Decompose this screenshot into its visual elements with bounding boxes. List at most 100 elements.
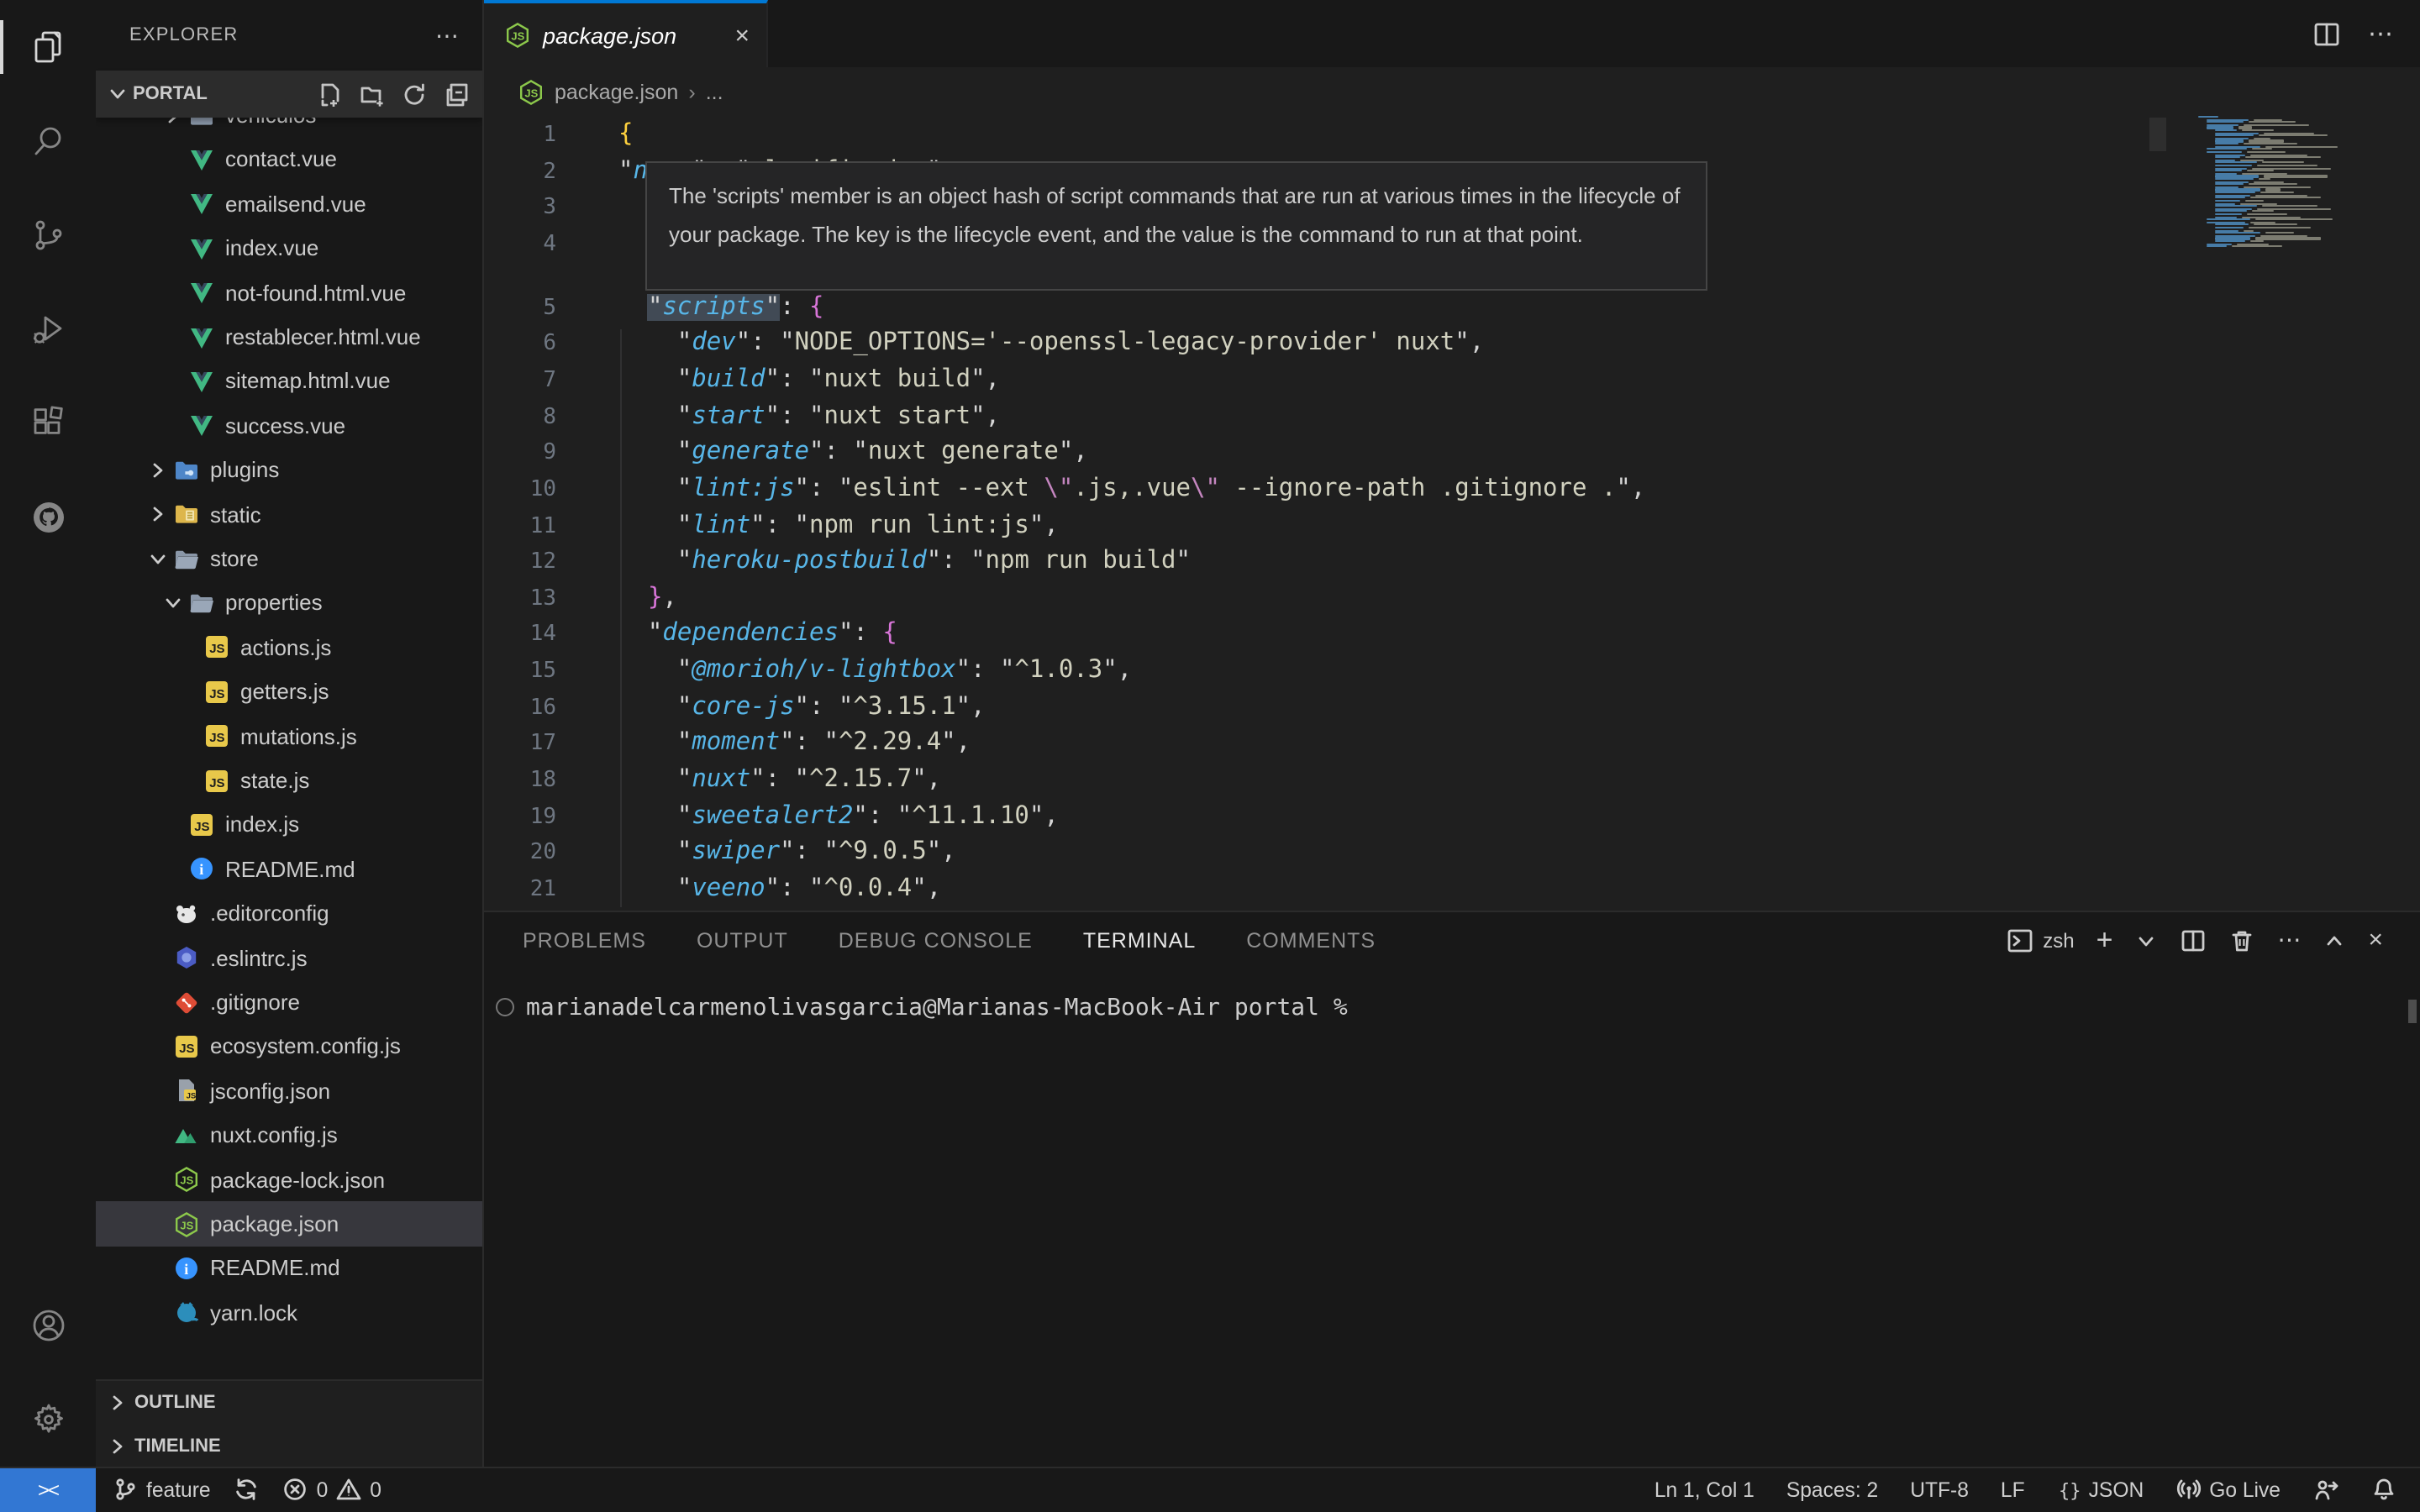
tree-item-index-js[interactable]: JSindex.js <box>96 803 482 848</box>
close-icon[interactable]: × <box>734 23 750 48</box>
trash-icon[interactable] <box>2228 927 2255 953</box>
ellipsis-icon[interactable]: ⋯ <box>435 21 459 50</box>
section-label: TIMELINE <box>134 1436 221 1457</box>
refresh-icon[interactable] <box>402 81 427 107</box>
tree-item-index-vue[interactable]: index.vue <box>96 226 482 270</box>
line-number: 4 <box>482 227 556 263</box>
tree-item-readme-md[interactable]: iREADME.md <box>96 847 482 891</box>
panel-tab-terminal[interactable]: TERMINAL <box>1083 928 1196 952</box>
line-number: 3 <box>482 191 556 227</box>
tree-item-restablecer-html-vue[interactable]: restablecer.html.vue <box>96 315 482 360</box>
tree-item-yarn-lock[interactable]: yarn.lock <box>96 1290 482 1335</box>
code-line-9: "generate": "nuxt generate", <box>618 435 1088 471</box>
tree-item-mutations-js[interactable]: JSmutations.js <box>96 714 482 759</box>
folder-open-icon <box>173 545 202 572</box>
add-terminal-icon[interactable]: + <box>2096 923 2113 957</box>
tree-item-ecosystem-config-js[interactable]: JSecosystem.config.js <box>96 1025 482 1069</box>
chevron-right-icon: › <box>688 80 695 103</box>
status-lf[interactable]: LF <box>2001 1478 2025 1502</box>
status-json[interactable]: {}JSON <box>2057 1478 2144 1502</box>
problems-indicator[interactable]: 0 0 <box>283 1478 381 1503</box>
tree-item-store[interactable]: store <box>96 537 482 581</box>
tab-package-json[interactable]: JS package.json × <box>482 0 768 67</box>
svg-text:JS: JS <box>179 1042 194 1056</box>
tree-item--eslintrc-js[interactable]: .eslintrc.js <box>96 936 482 980</box>
tree-item-emailsend-vue[interactable]: emailsend.vue <box>96 181 482 226</box>
panel-tab-output[interactable]: OUTPUT <box>697 928 788 952</box>
tree-item-label: .gitignore <box>210 990 300 1015</box>
source-control-activity-button[interactable] <box>0 188 96 282</box>
tree-item-sitemap-html-vue[interactable]: sitemap.html.vue <box>96 360 482 404</box>
ellipsis-icon[interactable]: ⋯ <box>2277 926 2301 954</box>
tree-item--gitignore[interactable]: .gitignore <box>96 980 482 1025</box>
tree-item-label: mutations.js <box>240 723 357 748</box>
branch-indicator[interactable]: feature <box>113 1478 211 1503</box>
tree-item-plugins[interactable]: plugins <box>96 448 482 492</box>
activity-bar-bottom <box>0 1278 96 1466</box>
tree-item-actions-js[interactable]: JSactions.js <box>96 625 482 669</box>
split-panel-icon[interactable] <box>2180 927 2207 953</box>
code-editor[interactable]: 1{2"name": "clasificados",345 "scripts":… <box>482 116 2420 910</box>
portal-section-header[interactable]: PORTAL <box>96 71 482 118</box>
new-folder-icon[interactable] <box>360 81 385 107</box>
account-activity-button[interactable] <box>0 1278 96 1372</box>
extensions-activity-button[interactable] <box>0 376 96 470</box>
editorconfig-icon <box>173 900 202 927</box>
github-activity-button[interactable] <box>0 470 96 564</box>
svg-text:i: i <box>184 1261 188 1278</box>
minimap[interactable] <box>2198 116 2390 276</box>
chevron-up-icon[interactable] <box>2323 928 2346 952</box>
tree-item-state-js[interactable]: JSstate.js <box>96 759 482 803</box>
terminal-scrollbar[interactable] <box>2408 999 2417 1022</box>
tree-item-contact-vue[interactable]: contact.vue <box>96 138 482 182</box>
tree-item-package-json[interactable]: JSpackage.json <box>96 1202 482 1247</box>
settings-gear-icon <box>28 1399 68 1439</box>
panel-tab-debug-console[interactable]: DEBUG CONSOLE <box>839 928 1033 952</box>
section-outline[interactable]: OUTLINE <box>96 1381 482 1425</box>
collapse-all-icon[interactable] <box>444 81 469 107</box>
panel-tab-problems[interactable]: PROBLEMS <box>523 928 646 952</box>
nodejs-icon: JS <box>518 78 544 105</box>
settings-gear-activity-button[interactable] <box>0 1372 96 1466</box>
tree-item-success-vue[interactable]: success.vue <box>96 403 482 448</box>
code-line-17: "moment": "^2.29.4", <box>618 727 971 763</box>
tree-item-readme-md[interactable]: iREADME.md <box>96 1247 482 1291</box>
chevron-down-icon[interactable] <box>2134 928 2158 952</box>
new-file-icon[interactable] <box>318 81 343 107</box>
tree-item-package-lock-json[interactable]: JSpackage-lock.json <box>96 1158 482 1202</box>
panel-tab-comments[interactable]: COMMENTS <box>1246 928 1376 952</box>
status-go-live[interactable]: Go Live <box>2175 1478 2281 1503</box>
portal-actions <box>318 81 469 107</box>
folder-open-icon <box>188 590 217 617</box>
status-spaces-2[interactable]: Spaces: 2 <box>1786 1478 1878 1502</box>
tree-item-jsconfig-json[interactable]: JSjsconfig.json <box>96 1068 482 1113</box>
svg-text:JS: JS <box>180 1174 193 1187</box>
remote-indicator[interactable]: >< <box>0 1467 96 1512</box>
status-utf-8[interactable]: UTF-8 <box>1910 1478 1969 1502</box>
breadcrumb-rest[interactable]: ... <box>706 80 723 103</box>
tree-item-label: contact.vue <box>225 147 337 172</box>
terminal-shell-selector[interactable]: zsh <box>2006 927 2074 953</box>
search-activity-button[interactable] <box>0 94 96 188</box>
status-ln-1-col-1[interactable]: Ln 1, Col 1 <box>1655 1478 1754 1502</box>
tree-item--editorconfig[interactable]: .editorconfig <box>96 891 482 936</box>
split-editor-icon[interactable] <box>2312 19 2341 48</box>
close-icon[interactable]: × <box>2368 926 2383 954</box>
tree-item-not-found-html-vue[interactable]: not-found.html.vue <box>96 270 482 315</box>
feedback-button[interactable] <box>2312 1477 2339 1504</box>
sync-button[interactable] <box>234 1478 260 1503</box>
ellipsis-icon[interactable]: ⋯ <box>2368 18 2393 49</box>
run-debug-activity-button[interactable] <box>0 282 96 376</box>
bell-button[interactable] <box>2371 1478 2396 1503</box>
breadcrumb-file[interactable]: package.json <box>555 80 678 103</box>
section-timeline[interactable]: TIMELINE <box>96 1425 482 1466</box>
editor-scrollbar[interactable] <box>2149 118 2166 151</box>
tree-item-label: jsconfig.json <box>210 1079 330 1104</box>
terminal-prompt-line[interactable]: marianadelcarmenolivasgarcia@Marianas-Ma… <box>496 994 1348 1021</box>
tree-item-nuxt-config-js[interactable]: nuxt.config.js <box>96 1113 482 1158</box>
breadcrumb[interactable]: JS package.json › ... <box>482 67 2420 116</box>
files-activity-button[interactable] <box>0 0 96 94</box>
tree-item-static[interactable]: static <box>96 492 482 537</box>
tree-item-getters-js[interactable]: JSgetters.js <box>96 669 482 714</box>
tree-item-properties[interactable]: properties <box>96 581 482 626</box>
